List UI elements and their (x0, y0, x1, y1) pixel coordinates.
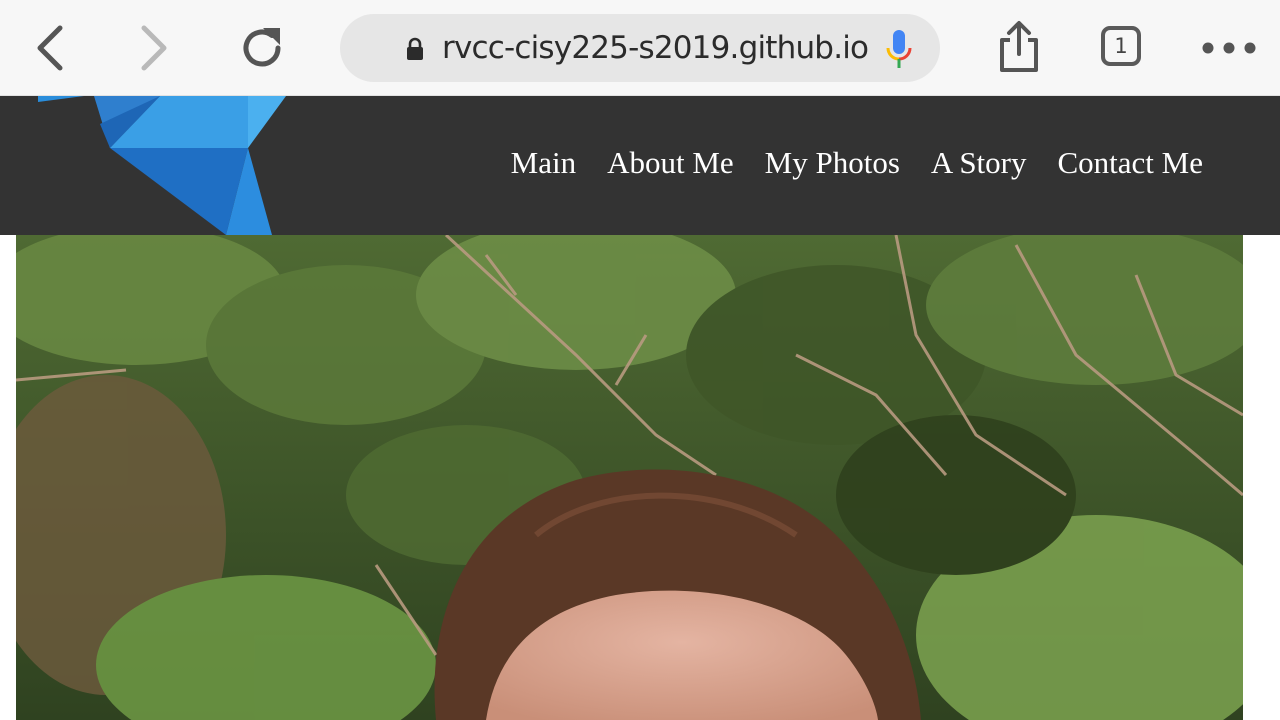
reload-icon (243, 28, 281, 67)
chevron-left-icon (37, 25, 63, 71)
reload-button[interactable] (236, 22, 288, 74)
nav-contact-me[interactable]: Contact Me (1058, 143, 1204, 183)
nav-about-me[interactable]: About Me (607, 143, 734, 183)
tabs-count: 1 (1114, 34, 1128, 58)
address-bar[interactable]: rvcc-cisy225-s2019.github.io (340, 14, 940, 82)
portrait-photo (16, 235, 1243, 720)
nav-a-story[interactable]: A Story (931, 143, 1027, 183)
microphone-icon[interactable] (884, 28, 914, 70)
lock-icon (407, 37, 423, 60)
back-button[interactable] (30, 22, 74, 74)
site-header: Main About Me My Photos A Story Contact … (0, 96, 1280, 235)
more-icon (1202, 42, 1256, 54)
blue-geometric-bird-logo[interactable] (30, 96, 290, 235)
share-button[interactable] (996, 20, 1042, 74)
browser-toolbar: rvcc-cisy225-s2019.github.io 1 (0, 0, 1280, 96)
url-text: rvcc-cisy225-s2019.github.io (442, 30, 869, 66)
more-menu-button[interactable] (1200, 34, 1258, 62)
nav-main[interactable]: Main (511, 143, 576, 183)
main-nav: Main About Me My Photos A Story Contact … (511, 143, 1203, 183)
forward-button[interactable] (132, 22, 176, 74)
chevron-right-icon (141, 25, 167, 71)
share-icon (1000, 21, 1038, 72)
nav-my-photos[interactable]: My Photos (765, 143, 900, 183)
tabs-button[interactable]: 1 (1101, 26, 1141, 66)
